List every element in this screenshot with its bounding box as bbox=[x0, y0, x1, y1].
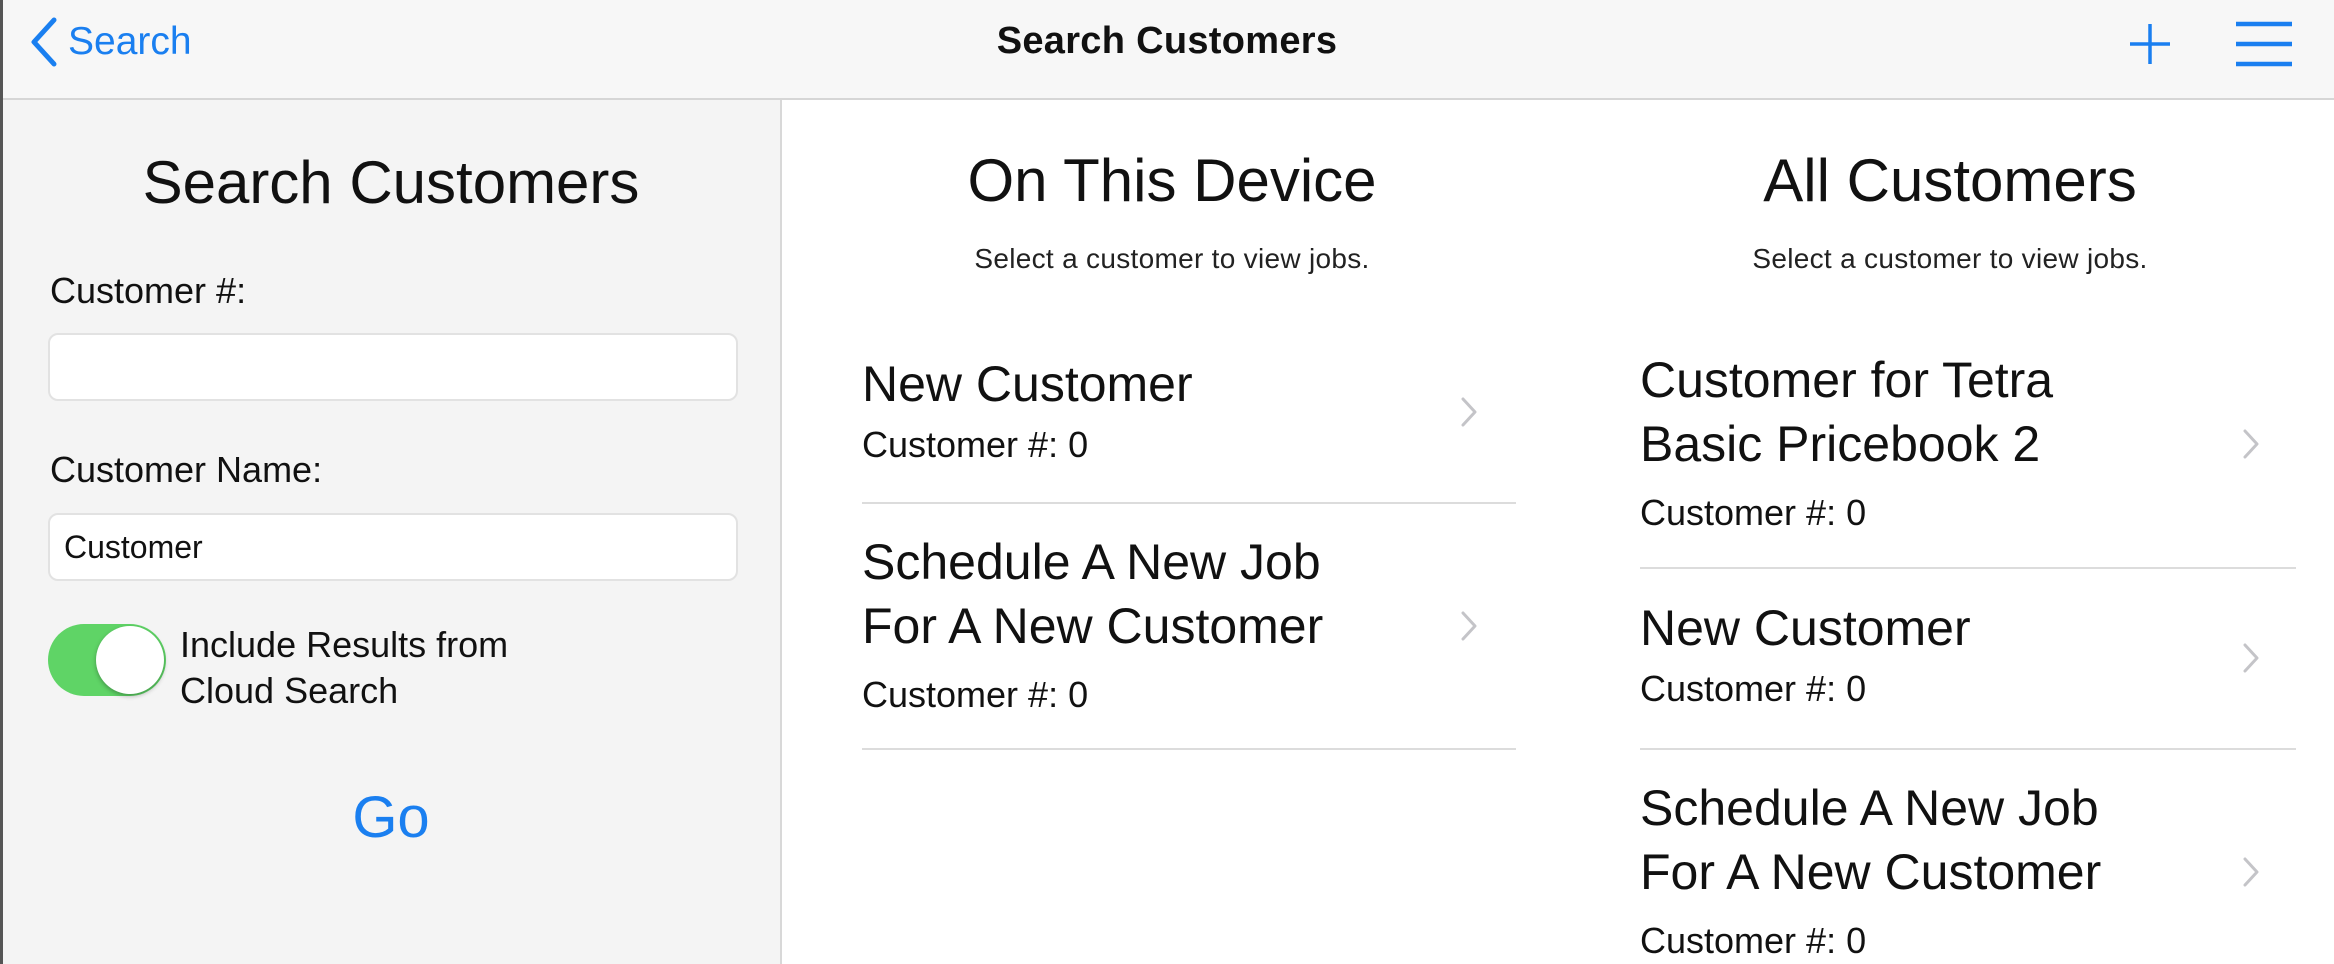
chevron-right-icon bbox=[2243, 643, 2259, 673]
add-button[interactable] bbox=[2124, 18, 2176, 70]
customer-number: Customer #: 0 bbox=[862, 674, 1089, 715]
divider bbox=[862, 502, 1516, 504]
all-customers-subtitle: Select a customer to view jobs. bbox=[1752, 243, 2148, 274]
window-edge bbox=[0, 0, 3, 964]
customer-name-label: Customer Name: bbox=[50, 449, 323, 490]
navigation-bar: Search Search Customers bbox=[0, 0, 2334, 100]
on-device-item-new-customer[interactable]: New Customer Customer #: 0 bbox=[862, 352, 1516, 502]
page-title: Search Customers bbox=[996, 20, 1338, 62]
chevron-right-icon bbox=[2243, 429, 2259, 459]
customer-number-input[interactable] bbox=[48, 333, 738, 401]
customer-number: Customer #: 0 bbox=[1640, 492, 1867, 533]
menu-button[interactable] bbox=[2234, 18, 2294, 70]
search-pane: Search Customers Customer #: Customer Na… bbox=[0, 100, 782, 964]
divider bbox=[1640, 567, 2296, 569]
toggle-knob bbox=[96, 626, 164, 694]
menu-icon bbox=[2236, 21, 2292, 67]
customer-name-line1: Schedule A New Job bbox=[862, 534, 1321, 590]
on-device-item-schedule-job[interactable]: Schedule A New Job For A New Customer Cu… bbox=[862, 530, 1516, 746]
chevron-right-icon bbox=[1461, 611, 1477, 641]
all-customers-item-tetra[interactable]: Customer for Tetra Basic Pricebook 2 Cus… bbox=[1640, 348, 2296, 566]
customer-name-line2: Basic Pricebook 2 bbox=[1640, 416, 2041, 472]
divider bbox=[1640, 748, 2296, 750]
cloud-search-label: Include Results from Cloud Search bbox=[180, 622, 508, 714]
cloud-search-label-line2: Cloud Search bbox=[180, 670, 399, 711]
customer-number: Customer #: 0 bbox=[1640, 668, 1867, 709]
customer-number: Customer #: 0 bbox=[1640, 920, 1867, 961]
customer-name: New Customer bbox=[862, 356, 1193, 412]
all-customers-title: All Customers bbox=[1763, 147, 2137, 214]
customer-number-label: Customer #: bbox=[50, 270, 247, 311]
cloud-search-toggle[interactable] bbox=[48, 624, 166, 696]
cloud-search-label-line1: Include Results from bbox=[180, 624, 509, 665]
on-device-title: On This Device bbox=[967, 147, 1377, 214]
customer-name-line1: Customer for Tetra bbox=[1640, 352, 2054, 408]
customer-name-line2: For A New Customer bbox=[862, 598, 1324, 654]
customer-name: New Customer bbox=[1640, 600, 1971, 656]
chevron-right-icon bbox=[1461, 397, 1477, 427]
customer-name-line2: For A New Customer bbox=[1640, 844, 2102, 900]
customer-name-input[interactable] bbox=[48, 513, 738, 581]
customer-name-line1: Schedule A New Job bbox=[1640, 780, 2099, 836]
go-button[interactable]: Go bbox=[0, 784, 782, 851]
chevron-right-icon bbox=[2243, 857, 2259, 887]
divider bbox=[862, 748, 1516, 750]
customer-number: Customer #: 0 bbox=[862, 424, 1089, 465]
on-device-subtitle: Select a customer to view jobs. bbox=[974, 243, 1370, 274]
plus-icon bbox=[2130, 24, 2170, 64]
search-pane-title: Search Customers bbox=[142, 149, 640, 216]
all-customers-item-new-customer[interactable]: New Customer Customer #: 0 bbox=[1640, 596, 2296, 746]
all-customers-item-schedule-job[interactable]: Schedule A New Job For A New Customer Cu… bbox=[1640, 776, 2296, 964]
